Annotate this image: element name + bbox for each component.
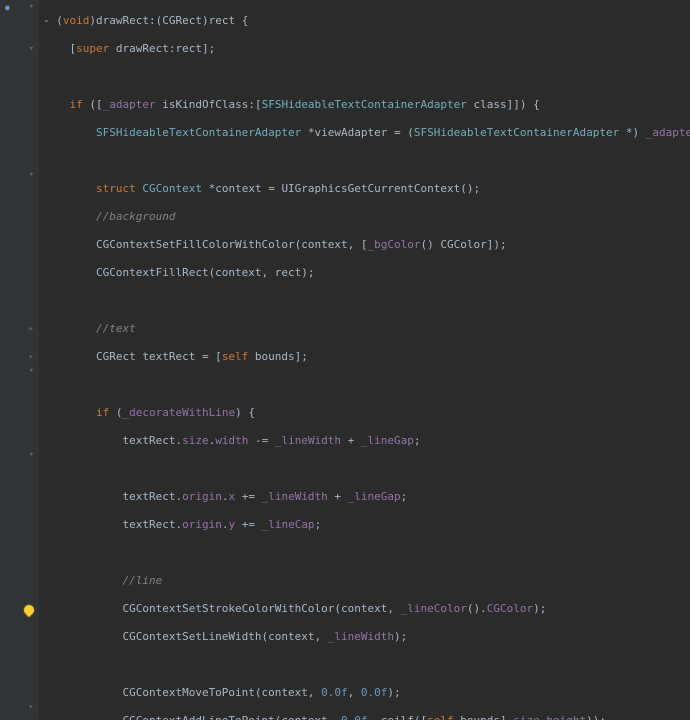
fold-up-icon[interactable]: ▸ xyxy=(29,700,34,714)
code-line[interactable] xyxy=(43,154,690,168)
fold-icon[interactable]: ▾ xyxy=(29,448,34,462)
code-line[interactable]: CGContextSetFillColorWithColor(context, … xyxy=(43,238,690,252)
gutter-mark: ● ▾ xyxy=(2,0,36,14)
code-editor[interactable]: ● ▾ ▾ ▾ ▸ ▸ ▾ ▾ ▸ - (void)drawRect:(CGRe… xyxy=(0,0,690,720)
fold-icon[interactable]: ▾ xyxy=(29,364,34,378)
code-line[interactable]: struct CGContext *context = UIGraphicsGe… xyxy=(43,182,690,196)
code-line[interactable]: CGContextMoveToPoint(context, 0.0f, 0.0f… xyxy=(43,686,690,700)
code-line[interactable] xyxy=(43,546,690,560)
gutter-mark: ▾ xyxy=(2,448,36,462)
code-line[interactable]: textRect.origin.x += _lineWidth + _lineG… xyxy=(43,490,690,504)
fold-icon[interactable]: ▸ xyxy=(29,322,34,336)
code-line[interactable]: CGContextFillRect(context, rect); xyxy=(43,266,690,280)
code-line[interactable]: if (_decorateWithLine) { xyxy=(43,406,690,420)
code-line[interactable]: textRect.origin.y += _lineCap; xyxy=(43,518,690,532)
code-line[interactable]: [super drawRect:rect]; xyxy=(43,42,690,56)
gutter: ● ▾ ▾ ▾ ▸ ▸ ▾ ▾ ▸ xyxy=(0,0,39,720)
gutter-mark-current xyxy=(2,603,36,617)
gutter-mark: ▾ xyxy=(2,42,36,56)
code-line[interactable] xyxy=(43,294,690,308)
code-line[interactable]: //line xyxy=(43,574,690,588)
code-line[interactable]: if ([_adapter isKindOfClass:[SFSHideable… xyxy=(43,98,690,112)
code-line[interactable]: CGContextSetStrokeColorWithColor(context… xyxy=(43,602,690,616)
code-area[interactable]: - (void)drawRect:(CGRect)rect { [super d… xyxy=(39,0,690,720)
code-line[interactable]: textRect.size.width -= _lineWidth + _lin… xyxy=(43,434,690,448)
gutter-mark: ▾ xyxy=(2,364,36,378)
fold-icon[interactable]: ▸ xyxy=(29,350,34,364)
gutter-mark: ▸ xyxy=(2,350,36,364)
code-line[interactable] xyxy=(43,658,690,672)
code-line[interactable] xyxy=(43,462,690,476)
code-line[interactable]: //background xyxy=(43,210,690,224)
gutter-mark: ▸ xyxy=(2,700,36,714)
code-line[interactable] xyxy=(43,70,690,84)
fold-icon[interactable]: ▾ xyxy=(29,0,34,14)
code-line[interactable]: - (void)drawRect:(CGRect)rect { xyxy=(43,14,690,28)
fold-icon[interactable]: ▾ xyxy=(29,42,34,56)
code-line[interactable] xyxy=(43,378,690,392)
gutter-mark: ▸ xyxy=(2,322,36,336)
code-line[interactable]: CGContextSetLineWidth(context, _lineWidt… xyxy=(43,630,690,644)
code-line[interactable]: CGContextAddLineToPoint(context, 0.0f, c… xyxy=(43,714,690,720)
gutter-mark: ▾ xyxy=(2,168,36,182)
code-line[interactable]: //text xyxy=(43,322,690,336)
code-line[interactable]: CGRect textRect = [self bounds]; xyxy=(43,350,690,364)
code-line[interactable]: SFSHideableTextContainerAdapter *viewAda… xyxy=(43,126,690,140)
override-icon: ● xyxy=(5,1,10,15)
lightbulb-icon[interactable] xyxy=(22,603,36,617)
fold-icon[interactable]: ▾ xyxy=(29,168,34,182)
